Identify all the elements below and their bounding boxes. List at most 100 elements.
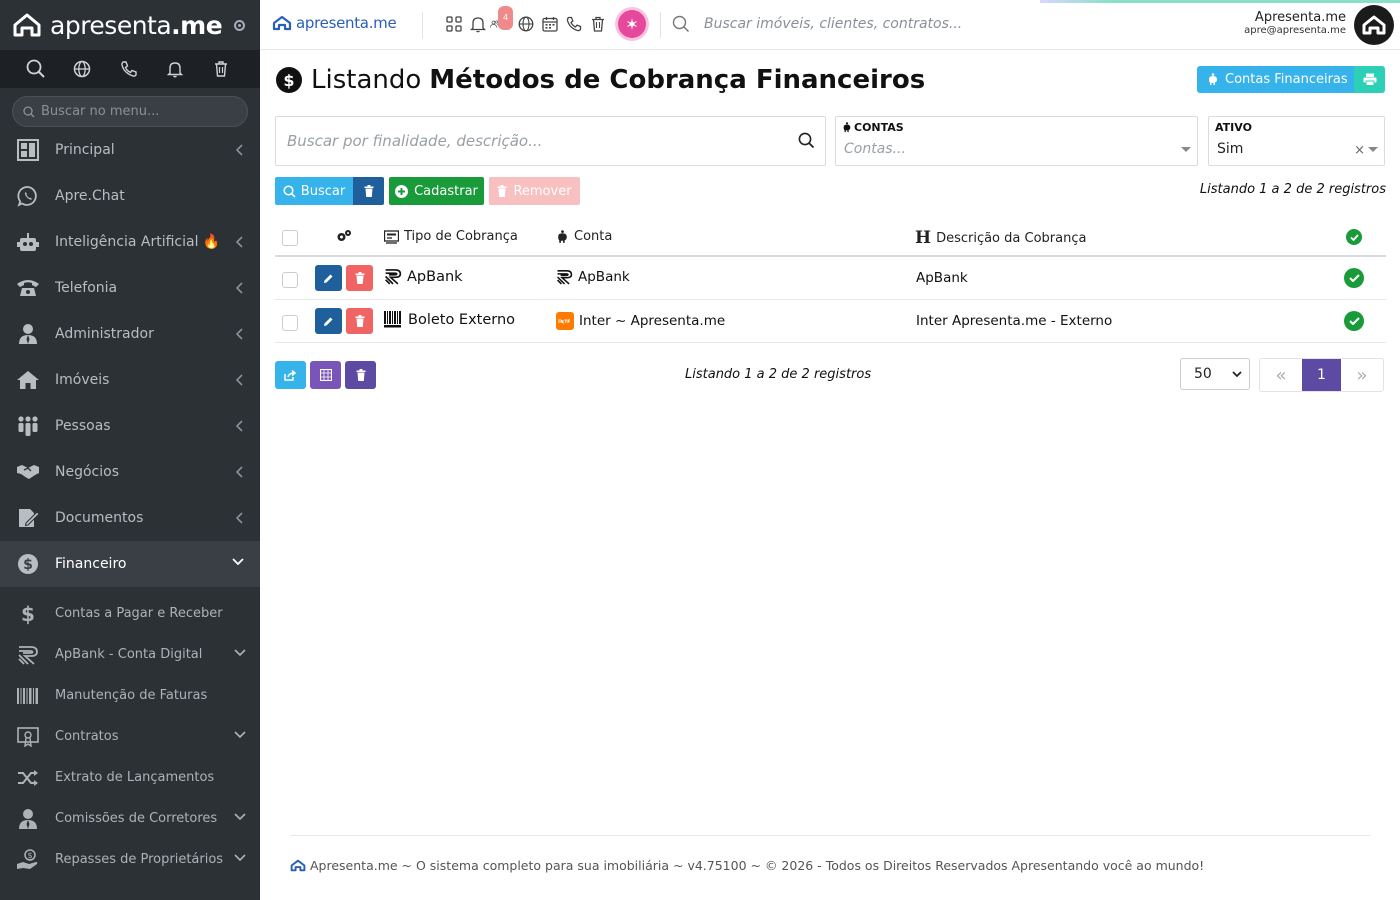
dashboard-icon — [16, 138, 40, 162]
globe-icon[interactable] — [514, 12, 538, 36]
sidebar-subitem-apbank[interactable]: ApBank - Conta Digital — [0, 634, 260, 675]
row-checkbox[interactable] — [282, 315, 298, 331]
columns-button[interactable] — [310, 361, 341, 389]
cell-tipo-text: ApBank — [407, 268, 463, 285]
clear-icon[interactable]: × — [1354, 143, 1365, 158]
buscar-button[interactable]: Buscar — [275, 177, 353, 205]
calendar-icon[interactable] — [538, 12, 562, 36]
globe-icon[interactable] — [73, 60, 120, 78]
bulk-delete-button[interactable] — [345, 361, 376, 389]
sidebar-item-pessoas[interactable]: Pessoas — [0, 403, 260, 449]
sidebar-item-aprechat[interactable]: Apre.Chat — [0, 173, 260, 219]
users-icon[interactable]: 4 — [490, 6, 514, 36]
phone-icon[interactable] — [562, 12, 586, 36]
sidebar-item-ia[interactable]: Inteligência Artificial 🔥 — [0, 219, 260, 265]
svg-text:$: $ — [23, 557, 33, 573]
settings-dot-icon[interactable] — [234, 19, 246, 31]
sidebar-subitem-contas-pagar[interactable]: $ Contas a Pagar e Receber — [0, 593, 260, 634]
sidebar-menu: Principal Apre.Chat Inteligência Artific… — [0, 127, 260, 587]
delete-button[interactable] — [346, 308, 373, 334]
global-search-placeholder: Buscar imóveis, clientes, contratos... — [704, 16, 963, 32]
cell-conta-text: Inter ~ Apresenta.me — [579, 313, 726, 329]
delete-button[interactable] — [346, 265, 373, 291]
bell-icon[interactable] — [466, 12, 490, 36]
search-input[interactable]: Buscar por finalidade, descrição... — [275, 116, 826, 166]
active-check-icon — [1344, 268, 1364, 288]
user-info[interactable]: Apresenta.me apre@apresenta.me — [1244, 10, 1346, 36]
page-1-button[interactable]: 1 — [1302, 359, 1341, 391]
page-title-light: Listando — [311, 65, 422, 95]
share-icon — [284, 369, 297, 381]
avatar[interactable] — [1354, 5, 1394, 45]
search-icon[interactable] — [26, 59, 73, 79]
header-ativo[interactable] — [1346, 229, 1362, 245]
header-descricao[interactable]: H Descrição da Cobrança — [915, 228, 1086, 248]
apps-grid-icon[interactable] — [442, 12, 466, 36]
piggy-bank-icon — [558, 229, 567, 243]
phone-icon[interactable] — [120, 60, 167, 78]
hand-coin-icon: $ — [16, 848, 40, 871]
ai-assistant-button[interactable] — [618, 10, 646, 38]
svg-text:$: $ — [21, 603, 35, 625]
per-page-select[interactable]: 50 — [1180, 358, 1250, 390]
pencil-icon — [324, 317, 333, 326]
sidebar-subitem-label: Contratos — [55, 729, 119, 744]
select-all-checkbox[interactable] — [282, 230, 298, 246]
sidebar-item-label: Principal — [55, 142, 115, 158]
topbar-logo[interactable]: apresenta.me — [272, 14, 397, 32]
trash-icon[interactable] — [586, 12, 610, 36]
sidebar-subitem-extrato[interactable]: Extrato de Lançamentos — [0, 757, 260, 798]
edit-button[interactable] — [315, 308, 342, 334]
sidebar-subitem-repasses[interactable]: $ Repasses de Proprietários — [0, 839, 260, 880]
header-tipo[interactable]: Tipo de Cobrança — [384, 229, 518, 244]
prev-page-button[interactable]: « — [1260, 359, 1302, 391]
cadastrar-button[interactable]: Cadastrar — [389, 177, 484, 205]
admin-icon — [16, 322, 40, 346]
row-checkbox[interactable] — [282, 272, 298, 288]
sidebar-subitem-comissoes[interactable]: Comissões de Corretores — [0, 798, 260, 839]
sidebar-subitem-label: Extrato de Lançamentos — [55, 770, 215, 785]
chevron-down-icon — [234, 731, 246, 739]
edit-button[interactable] — [315, 265, 342, 291]
header-conta[interactable]: Conta — [556, 229, 612, 244]
sidebar-brand[interactable]: apresenta.me — [0, 0, 260, 50]
certificate-icon — [16, 726, 40, 747]
contas-financeiras-button[interactable]: Contas Financeiras — [1197, 66, 1358, 93]
sidebar-item-financeiro[interactable]: $ Financeiro — [0, 541, 260, 587]
sidebar-item-imoveis[interactable]: Imóveis — [0, 357, 260, 403]
bell-icon[interactable] — [166, 60, 213, 78]
sidebar-item-negocios[interactable]: Negócios — [0, 449, 260, 495]
contas-filter-select[interactable]: CONTAS Contas... — [835, 116, 1198, 166]
print-button[interactable] — [1354, 66, 1385, 93]
trash-icon — [355, 315, 364, 327]
global-search-input[interactable]: Buscar imóveis, clientes, contratos... — [672, 15, 962, 33]
divider — [422, 12, 423, 38]
sidebar-search-input[interactable]: Buscar no menu... — [12, 96, 248, 127]
table-row[interactable]: Boleto Externo Inter ~ Apresenta.me Inte… — [275, 300, 1386, 343]
page-title: $ Listando Métodos de Cobrança Financeir… — [276, 65, 925, 95]
sidebar-subitem-label: Comissões de Corretores — [55, 811, 218, 826]
sidebar-subitem-label: ApBank - Conta Digital — [55, 647, 203, 662]
pencil-icon — [324, 274, 333, 283]
sidebar-subitem-contratos[interactable]: Contratos — [0, 716, 260, 757]
sidebar-subitem-label: Manutenção de Faturas — [55, 688, 208, 703]
robot-icon — [16, 230, 40, 254]
next-page-button[interactable]: » — [1341, 359, 1383, 391]
sidebar-item-telefonia[interactable]: Telefonia — [0, 265, 260, 311]
sidebar-item-documentos[interactable]: Documentos — [0, 495, 260, 541]
sidebar-subitem-faturas[interactable]: Manutenção de Faturas — [0, 675, 260, 716]
chevron-left-icon — [236, 374, 243, 386]
search-icon — [23, 105, 35, 117]
clear-search-button[interactable] — [353, 177, 384, 205]
cell-conta: ApBank — [556, 269, 630, 285]
trash-icon[interactable] — [213, 60, 260, 78]
sidebar-item-principal[interactable]: Principal — [0, 127, 260, 173]
caret-down-icon — [1181, 147, 1191, 152]
action-bar: Buscar Cadastrar Remover — [275, 177, 580, 205]
ativo-filter-select[interactable]: ATIVO Sim × — [1208, 116, 1385, 166]
table-row[interactable]: ApBank ApBank ApBank — [275, 257, 1386, 300]
export-button[interactable] — [275, 361, 306, 389]
remover-button[interactable]: Remover — [489, 177, 580, 205]
sidebar-item-administrador[interactable]: Administrador — [0, 311, 260, 357]
sidebar-item-label: Telefonia — [55, 280, 118, 296]
